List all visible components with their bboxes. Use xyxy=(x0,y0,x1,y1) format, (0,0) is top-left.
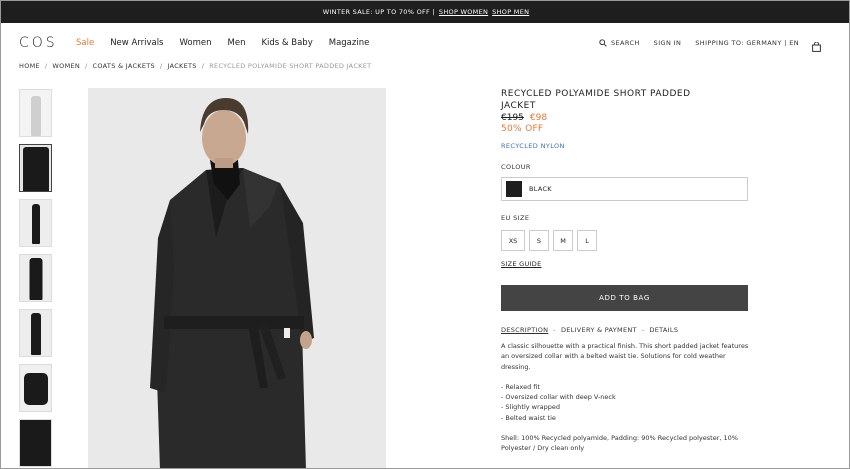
original-price: €195 xyxy=(501,113,524,123)
model-photo xyxy=(88,88,386,468)
thumbnail-3[interactable] xyxy=(19,199,52,247)
feature-item: - Oversized collar with deep V-neck xyxy=(501,393,616,402)
composition-text: Shell: 100% Recycled polyamide, Padding:… xyxy=(501,434,738,453)
size-guide-link[interactable]: SIZE GUIDE xyxy=(501,260,542,268)
product-title-line-1: RECYCLED POLYAMIDE SHORT PADDED xyxy=(501,89,691,99)
discount-label: 50% OFF xyxy=(501,124,544,134)
tab-details[interactable]: DETAILS xyxy=(649,326,678,334)
nav-links: Sale New Arrivals Women Men Kids & Baby … xyxy=(76,38,385,48)
thumbnail-7[interactable] xyxy=(19,419,52,467)
nav-kids-baby[interactable]: Kids & Baby xyxy=(261,38,312,48)
logo[interactable]: COS xyxy=(19,35,58,51)
tab-separator: - xyxy=(553,326,556,334)
thumbnail-6[interactable] xyxy=(19,364,52,412)
product-main-image[interactable] xyxy=(88,88,386,468)
thumbnail-1[interactable] xyxy=(19,89,52,137)
size-l-button[interactable]: L xyxy=(577,230,597,251)
bag-button[interactable] xyxy=(812,37,821,56)
breadcrumb-separator: / xyxy=(159,62,163,70)
search-icon xyxy=(599,39,607,47)
search-label: SEARCH xyxy=(610,39,640,47)
thumbnail-2[interactable] xyxy=(19,144,52,192)
breadcrumb-women[interactable]: WOMEN xyxy=(52,62,80,70)
breadcrumb-home[interactable]: HOME xyxy=(19,62,40,70)
shop-men-link[interactable]: SHOP MEN xyxy=(492,8,529,16)
thumbnail-gallery xyxy=(19,89,53,468)
page: WINTER SALE: UP TO 70% OFF | SHOP WOMEN … xyxy=(0,0,850,469)
size-m-button[interactable]: M xyxy=(553,230,573,251)
feature-item: - Belted waist tie xyxy=(501,413,556,422)
tab-description[interactable]: DESCRIPTION xyxy=(501,326,548,334)
nav-men[interactable]: Men xyxy=(228,38,246,48)
info-tabs: DESCRIPTION - DELIVERY & PAYMENT - DETAI… xyxy=(501,326,751,334)
shipping-selector[interactable]: SHIPPING TO: GERMANY | EN xyxy=(695,39,799,47)
product-title-line-2: JACKET xyxy=(501,101,536,111)
product-description: A classic silhouette with a practical fi… xyxy=(501,342,749,371)
nav-magazine[interactable]: Magazine xyxy=(329,38,370,48)
tab-delivery-payment[interactable]: DELIVERY & PAYMENT xyxy=(561,326,637,334)
sale-price: €98 xyxy=(529,113,548,123)
breadcrumb-separator: / xyxy=(44,62,48,70)
breadcrumb-coats-jackets[interactable]: COATS & JACKETS xyxy=(93,62,155,70)
colour-swatch xyxy=(506,181,522,197)
size-s-button[interactable]: S xyxy=(529,230,549,251)
breadcrumb-current: RECYCLED POLYAMIDE SHORT PADDED JACKET xyxy=(209,62,372,70)
promo-text: WINTER SALE: UP TO 70% OFF | xyxy=(322,8,435,16)
product-details: RECYCLED POLYAMIDE SHORT PADDED JACKET €… xyxy=(501,88,751,454)
breadcrumb-separator: / xyxy=(201,62,205,70)
add-to-bag-button[interactable]: ADD TO BAG xyxy=(501,285,748,311)
tab-separator: - xyxy=(641,326,645,334)
breadcrumb-jackets[interactable]: JACKETS xyxy=(167,62,196,70)
feature-item: - Slightly wrapped xyxy=(501,403,561,412)
material-link[interactable]: RECYCLED NYLON xyxy=(501,142,751,150)
breadcrumb: HOME / WOMEN / COATS & JACKETS / JACKETS… xyxy=(19,62,376,70)
nav-new-arrivals[interactable]: New Arrivals xyxy=(110,38,163,48)
feature-item: - Relaxed fit xyxy=(501,382,540,391)
colour-selector[interactable]: BLACK xyxy=(501,177,748,201)
bag-icon xyxy=(812,41,821,52)
search-button[interactable]: SEARCH xyxy=(599,39,640,47)
size-label: EU SIZE xyxy=(501,214,530,222)
size-xs-button[interactable]: XS xyxy=(501,230,525,251)
colour-value: BLACK xyxy=(529,185,552,193)
feature-list: - Relaxed fit - Oversized collar with de… xyxy=(501,382,751,423)
colour-label: COLOUR xyxy=(501,163,531,171)
promo-banner: WINTER SALE: UP TO 70% OFF | SHOP WOMEN … xyxy=(1,1,849,23)
nav-women[interactable]: Women xyxy=(180,38,212,48)
thumbnail-4[interactable] xyxy=(19,254,52,302)
thumbnail-5[interactable] xyxy=(19,309,52,357)
main-nav: COS Sale New Arrivals Women Men Kids & B… xyxy=(1,23,849,63)
product-title: RECYCLED POLYAMIDE SHORT PADDED JACKET xyxy=(501,88,751,112)
nav-sale[interactable]: Sale xyxy=(76,38,94,48)
breadcrumb-separator: / xyxy=(85,62,88,70)
sign-in-link[interactable]: SIGN IN xyxy=(654,39,682,47)
price-row: €195 €98 xyxy=(501,113,751,123)
shop-women-link[interactable]: SHOP WOMEN xyxy=(439,8,488,16)
size-options: XS S M L xyxy=(501,230,751,251)
